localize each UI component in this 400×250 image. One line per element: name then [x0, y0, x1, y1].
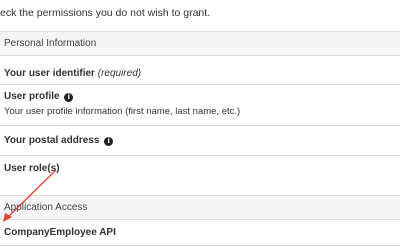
permission-row-user-identifier[interactable]: Your user identifier (required) — [0, 56, 400, 85]
permission-row-user-profile[interactable]: User profile i Your user profile informa… — [0, 85, 400, 126]
permission-title: CompanyEmployee API — [4, 227, 116, 238]
section-header-application-access: Application Access — [0, 195, 400, 220]
permission-row-postal-address[interactable]: Your postal address i — [0, 126, 400, 156]
info-icon[interactable]: i — [104, 137, 114, 146]
permission-title: Your user identifier (required) — [4, 68, 142, 79]
permission-row-user-roles[interactable]: User role(s) — [0, 156, 400, 182]
section-header-label: Personal Information — [4, 38, 97, 49]
section-header-label: Application Access — [4, 202, 88, 213]
required-note: (required) — [97, 68, 142, 79]
info-icon[interactable]: i — [64, 93, 74, 102]
section-header-personal-information: Personal Information — [0, 31, 400, 56]
permissions-page: eck the permissions you do not wish to g… — [0, 0, 400, 250]
permission-title: User profile i — [4, 91, 400, 102]
permission-row-company-employee-api[interactable]: CompanyEmployee API — [0, 220, 400, 246]
permission-title: Your postal address i — [4, 135, 400, 146]
permission-title: User role(s) — [4, 163, 60, 174]
permission-description: Your user profile information (first nam… — [4, 106, 241, 117]
intro-text: eck the permissions you do not wish to g… — [0, 7, 211, 19]
